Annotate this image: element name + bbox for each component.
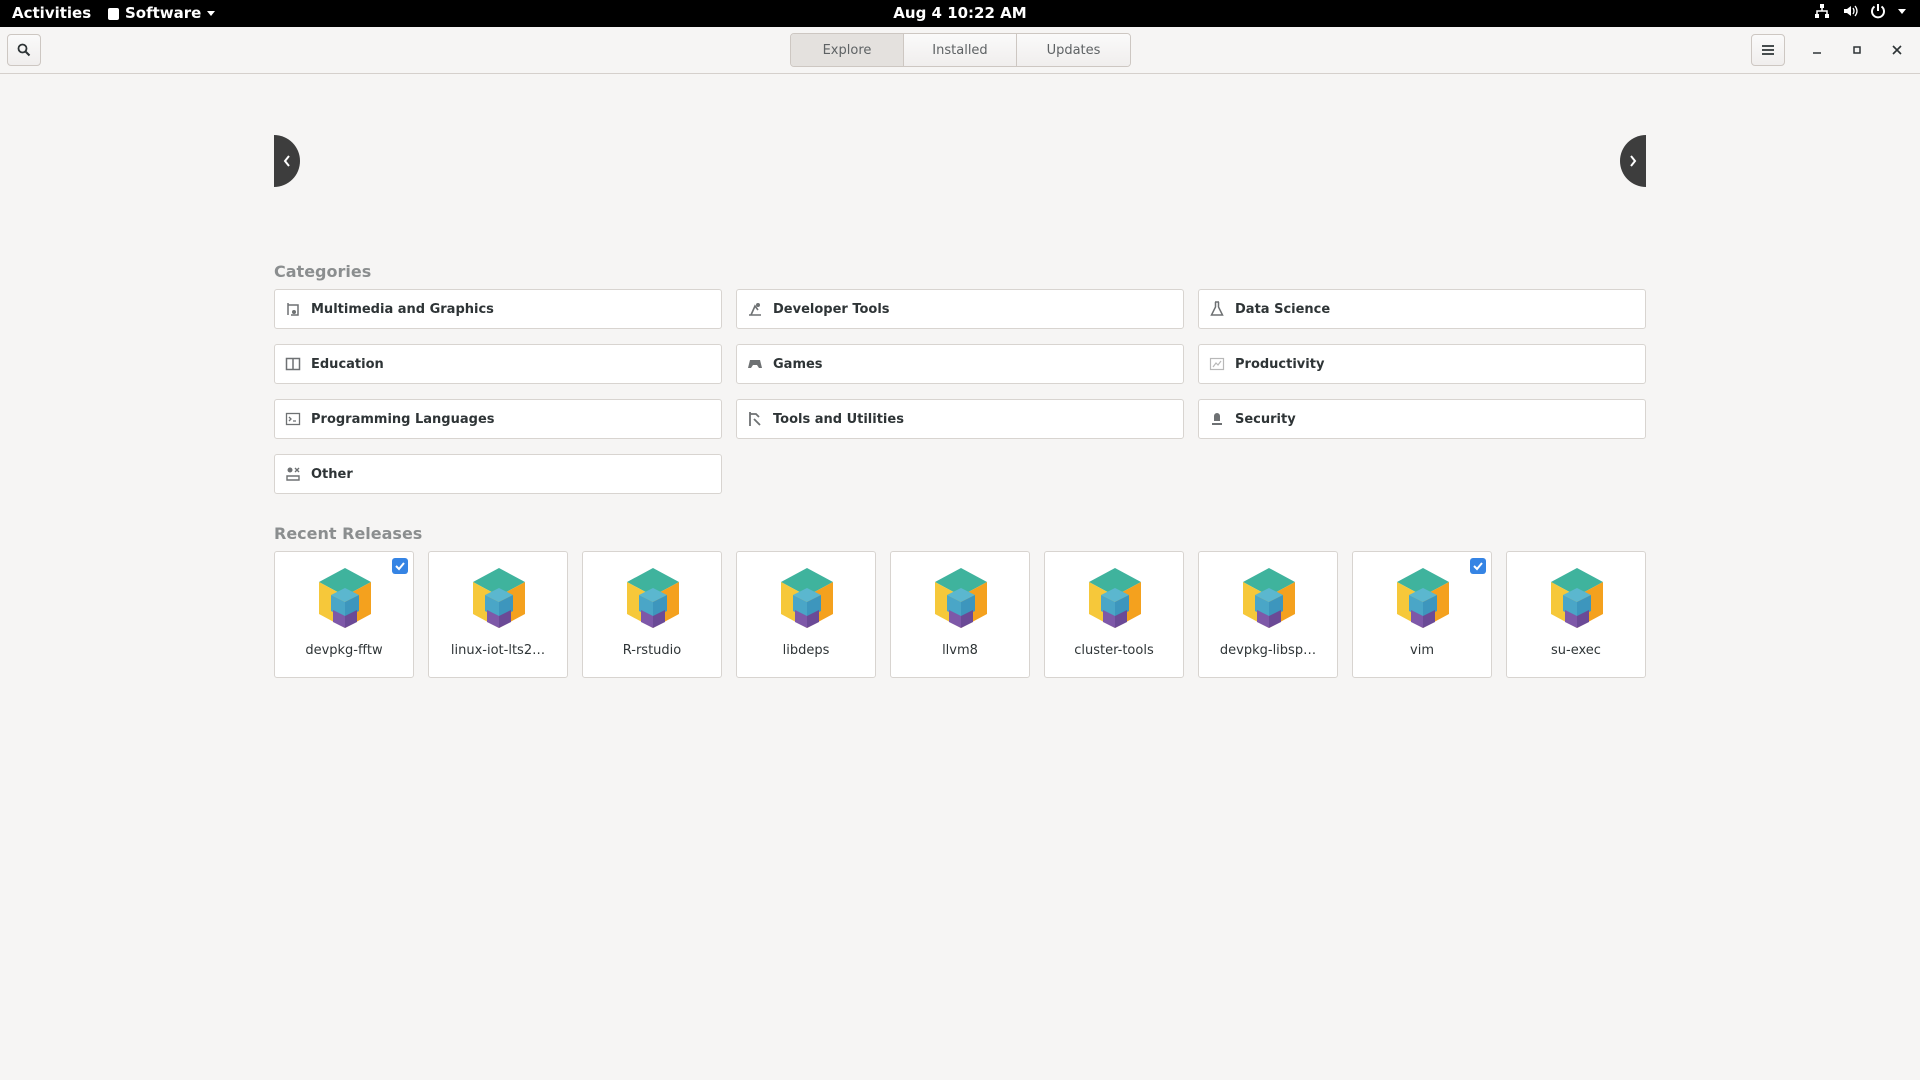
security-icon <box>1209 411 1225 427</box>
app-name: llvm8 <box>942 643 978 658</box>
app-tile[interactable]: linux-iot-lts2… <box>428 551 568 678</box>
app-package-icon <box>1239 566 1299 630</box>
category-education[interactable]: Education <box>274 344 722 384</box>
carousel-next-button[interactable] <box>1620 135 1646 187</box>
top-bar: Activities Software Aug 4 10:22 AM <box>0 0 1920 27</box>
software-bag-icon <box>108 8 119 20</box>
header-bar: Explore Installed Updates <box>0 27 1920 74</box>
hamburger-menu-icon <box>1762 45 1774 55</box>
category-label: Developer Tools <box>773 301 890 317</box>
clock[interactable]: Aug 4 10:22 AM <box>893 4 1026 22</box>
category-other[interactable]: Other <box>274 454 722 494</box>
recent-releases-list: devpkg-fftw linux-iot-lts2… R-rstudio libde… <box>274 551 1646 678</box>
app-tile[interactable]: cluster-tools <box>1044 551 1184 678</box>
chevron-down-icon <box>207 10 216 16</box>
maximize-button[interactable] <box>1846 39 1868 61</box>
activities-button[interactable]: Activities <box>12 4 91 22</box>
close-button[interactable] <box>1886 39 1908 61</box>
terminal-icon <box>285 411 301 427</box>
category-tools-and-utilities[interactable]: Tools and Utilities <box>736 399 1184 439</box>
app-tile[interactable]: devpkg-fftw <box>274 551 414 678</box>
chevron-right-icon <box>1630 155 1637 167</box>
app-name: linux-iot-lts2… <box>450 643 546 658</box>
category-label: Multimedia and Graphics <box>311 301 494 317</box>
developer-tools-icon <box>747 301 763 317</box>
chevron-left-icon <box>283 155 290 167</box>
main-menu-button[interactable] <box>1751 34 1785 66</box>
category-security[interactable]: Security <box>1198 399 1646 439</box>
installed-check-icon <box>392 558 408 574</box>
app-package-icon <box>1547 566 1607 630</box>
category-label: Education <box>311 356 384 372</box>
category-label: Tools and Utilities <box>773 411 904 427</box>
app-name: R-rstudio <box>622 643 682 658</box>
app-name: devpkg-fftw <box>305 643 383 658</box>
app-menu-label: Software <box>125 4 202 22</box>
category-games[interactable]: Games <box>736 344 1184 384</box>
system-menu[interactable] <box>1814 3 1906 19</box>
categories-grid: Multimedia and Graphics Developer Tools … <box>274 289 1646 494</box>
app-tile[interactable]: libdeps <box>736 551 876 678</box>
gamepad-icon <box>747 356 763 372</box>
maximize-icon <box>1853 46 1861 54</box>
category-productivity[interactable]: Productivity <box>1198 344 1646 384</box>
tab-installed[interactable]: Installed <box>904 34 1017 66</box>
power-icon <box>1871 4 1885 19</box>
app-package-icon <box>315 566 375 630</box>
book-icon <box>285 356 301 372</box>
app-package-icon <box>469 566 529 630</box>
search-icon <box>17 43 31 57</box>
other-icon <box>285 466 301 482</box>
tab-explore[interactable]: Explore <box>791 34 904 66</box>
multimedia-icon <box>285 301 301 317</box>
app-name: libdeps <box>782 643 830 658</box>
network-icon <box>1815 4 1829 18</box>
category-developer-tools[interactable]: Developer Tools <box>736 289 1184 329</box>
category-label: Other <box>311 466 353 482</box>
categories-heading: Categories <box>274 262 372 281</box>
app-name: su-exec <box>1551 643 1601 658</box>
tools-icon <box>747 411 763 427</box>
category-label: Security <box>1235 411 1296 427</box>
app-name: devpkg-libsp… <box>1219 643 1317 658</box>
app-menu[interactable]: Software <box>108 4 216 22</box>
app-name: vim <box>1410 643 1434 658</box>
app-tile[interactable]: su-exec <box>1506 551 1646 678</box>
app-tile[interactable]: llvm8 <box>890 551 1030 678</box>
app-name: cluster-tools <box>1074 643 1154 658</box>
chevron-down-icon <box>1898 8 1906 14</box>
close-icon <box>1892 45 1902 55</box>
carousel-previous-button[interactable] <box>274 135 300 187</box>
app-package-icon <box>623 566 683 630</box>
app-package-icon <box>931 566 991 630</box>
installed-check-icon <box>1470 558 1486 574</box>
app-tile[interactable]: devpkg-libsp… <box>1198 551 1338 678</box>
category-label: Games <box>773 356 823 372</box>
app-tile[interactable]: R-rstudio <box>582 551 722 678</box>
minimize-button[interactable] <box>1806 39 1828 61</box>
app-package-icon <box>777 566 837 630</box>
category-multimedia-and-graphics[interactable]: Multimedia and Graphics <box>274 289 722 329</box>
category-label: Productivity <box>1235 356 1325 372</box>
category-data-science[interactable]: Data Science <box>1198 289 1646 329</box>
category-label: Programming Languages <box>311 411 495 427</box>
productivity-icon <box>1209 356 1225 372</box>
tab-updates[interactable]: Updates <box>1017 34 1130 66</box>
volume-icon <box>1844 5 1858 17</box>
search-button[interactable] <box>7 34 41 66</box>
category-programming-languages[interactable]: Programming Languages <box>274 399 722 439</box>
app-package-icon <box>1085 566 1145 630</box>
recent-releases-heading: Recent Releases <box>274 524 423 543</box>
category-label: Data Science <box>1235 301 1331 317</box>
app-tile[interactable]: vim <box>1352 551 1492 678</box>
view-switcher: Explore Installed Updates <box>790 33 1131 67</box>
minimize-icon <box>1813 52 1821 54</box>
flask-icon <box>1209 301 1225 317</box>
app-package-icon <box>1393 566 1453 630</box>
